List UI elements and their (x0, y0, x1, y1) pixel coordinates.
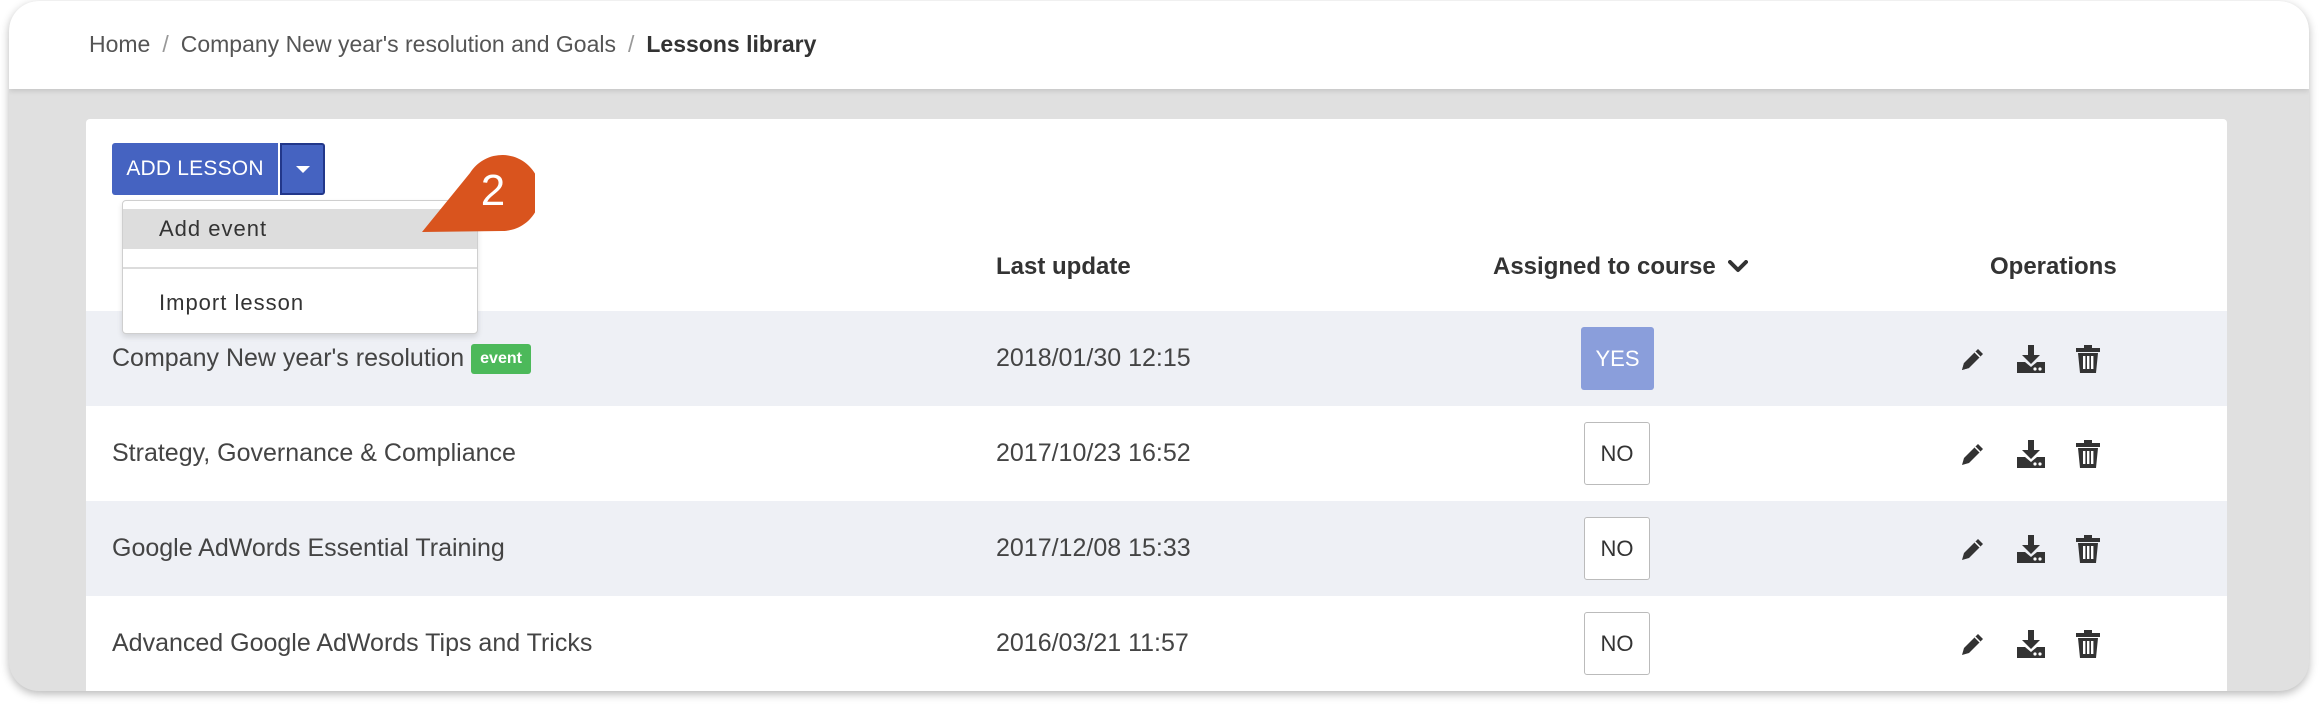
breadcrumb-separator: / (162, 31, 169, 57)
chevron-down-icon (1727, 260, 1748, 272)
pencil-icon[interactable] (1956, 532, 1990, 566)
column-header-operations: Operations (1990, 253, 2117, 280)
lesson-title[interactable]: Google AdWords Essential Training (112, 534, 505, 563)
last-update: 2017/10/23 16:52 (996, 439, 1191, 467)
column-header-assigned-label: Assigned to course (1493, 253, 1716, 280)
app-window: Home / Company New year's resolution and… (9, 1, 2309, 691)
breadcrumb-home[interactable]: Home (89, 31, 150, 58)
lesson-title[interactable]: Strategy, Governance & Compliance (112, 439, 516, 468)
menu-divider (123, 267, 477, 269)
step-number: 2 (481, 166, 505, 215)
table-row: Strategy, Governance & Compliance 2017/1… (86, 406, 2227, 501)
column-header-last-update[interactable]: Last update (996, 253, 1131, 281)
top-bar: Home / Company New year's resolution and… (9, 1, 2309, 89)
download-icon[interactable] (2014, 342, 2048, 376)
table-row: Advanced Google AdWords Tips and Tricks … (86, 596, 2227, 691)
breadcrumb-course[interactable]: Company New year's resolution and Goals (181, 31, 616, 58)
column-header-assigned[interactable]: Assigned to course (1493, 253, 1748, 281)
trash-icon[interactable] (2071, 532, 2105, 566)
lesson-title-cell: Google AdWords Essential Training (112, 534, 505, 563)
last-update: 2018/01/30 12:15 (996, 344, 1191, 372)
assigned-toggle[interactable]: NO (1584, 612, 1650, 675)
pencil-icon[interactable] (1956, 437, 1990, 471)
add-lesson-button[interactable]: ADD LESSON (112, 143, 278, 195)
download-icon[interactable] (2014, 437, 2048, 471)
download-icon[interactable] (2014, 532, 2048, 566)
event-badge: event (471, 343, 531, 374)
step-callout-badge: 2 (422, 155, 535, 232)
trash-icon[interactable] (2071, 437, 2105, 471)
assigned-toggle[interactable]: YES (1581, 327, 1654, 390)
menu-item-import-lesson[interactable]: Import lesson (123, 283, 477, 323)
table-row: Google AdWords Essential Training 2017/1… (86, 501, 2227, 596)
lesson-title-cell: Advanced Google AdWords Tips and Tricks (112, 629, 592, 658)
lesson-title-cell: Company New year's resolution event (112, 343, 531, 374)
breadcrumb-current: Lessons library (646, 31, 817, 57)
add-lesson-button-group: ADD LESSON (112, 143, 325, 195)
lesson-title[interactable]: Company New year's resolution (112, 344, 464, 373)
last-update: 2017/12/08 15:33 (996, 534, 1191, 562)
trash-icon[interactable] (2071, 342, 2105, 376)
assigned-toggle[interactable]: NO (1584, 517, 1650, 580)
lesson-title[interactable]: Advanced Google AdWords Tips and Tricks (112, 629, 592, 658)
breadcrumb-separator: / (627, 31, 635, 57)
trash-icon[interactable] (2071, 627, 2105, 661)
assigned-toggle[interactable]: NO (1584, 422, 1650, 485)
pencil-icon[interactable] (1956, 627, 1990, 661)
breadcrumb: Home / Company New year's resolution and… (89, 31, 816, 58)
add-lesson-dropdown-toggle[interactable] (280, 143, 325, 195)
download-icon[interactable] (2014, 627, 2048, 661)
caret-down-icon (295, 165, 310, 173)
pencil-icon[interactable] (1956, 342, 1990, 376)
lesson-title-cell: Strategy, Governance & Compliance (112, 439, 516, 468)
last-update: 2016/03/21 11:57 (996, 629, 1189, 657)
